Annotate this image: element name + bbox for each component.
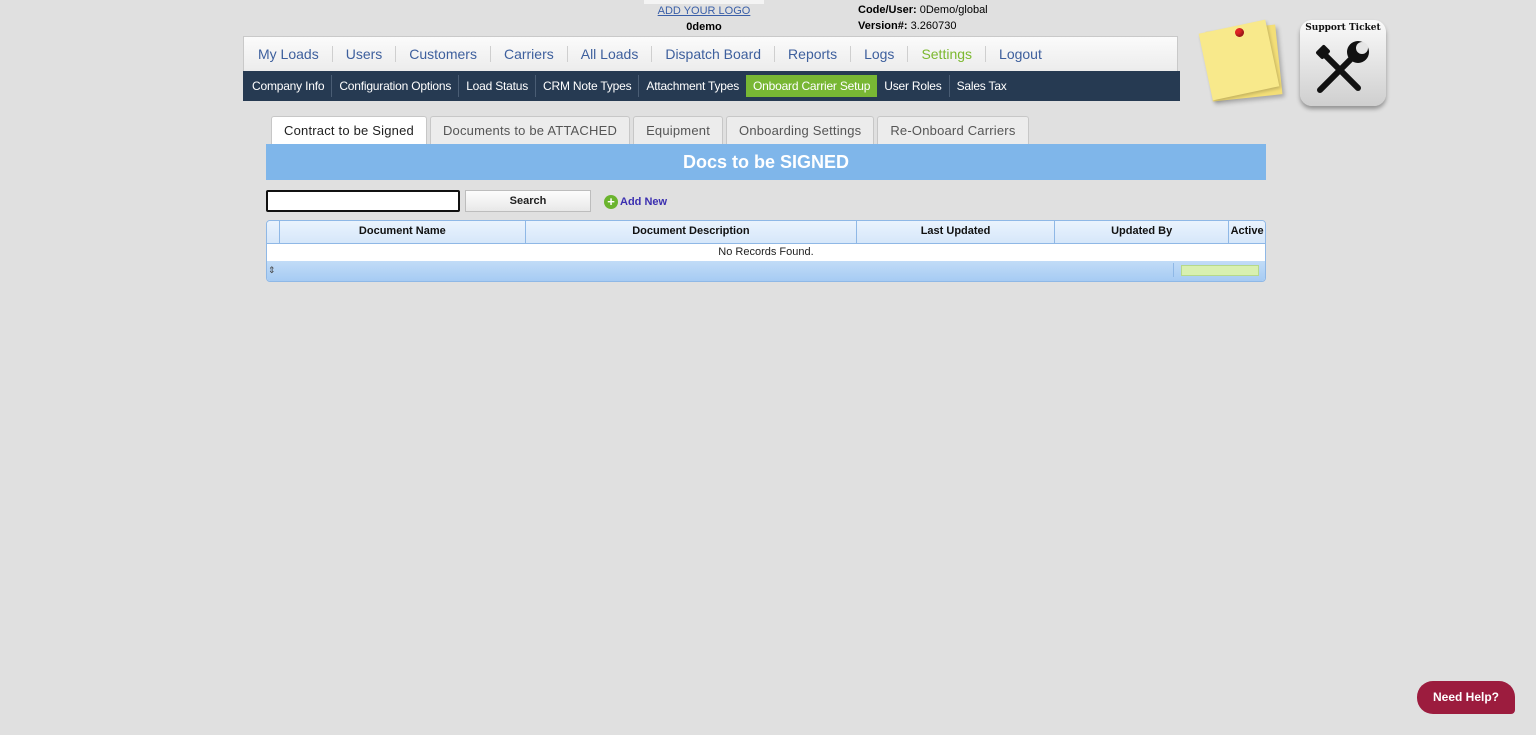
pushpin-icon [1235, 28, 1244, 37]
settings-subnav: Company Info Configuration Options Load … [243, 71, 1180, 101]
logo-area: ADD YOUR LOGO 0demo [644, 0, 764, 36]
add-new-button[interactable]: + Add New [604, 195, 667, 209]
nav-all-loads[interactable]: All Loads [566, 46, 652, 62]
nav-dispatch-board[interactable]: Dispatch Board [651, 46, 774, 62]
sort-arrows-icon[interactable]: ⇕ [268, 265, 276, 276]
column-active[interactable]: Active [1229, 221, 1265, 243]
nav-users[interactable]: Users [331, 46, 396, 62]
nav-logs[interactable]: Logs [850, 46, 907, 62]
empty-message: No Records Found. [267, 244, 1265, 262]
add-new-label: Add New [620, 196, 668, 208]
nav-logout[interactable]: Logout [985, 46, 1055, 62]
nav-carriers[interactable]: Carriers [489, 46, 567, 62]
grid-pager: ⇕ [267, 261, 1265, 281]
panel-title: Docs to be SIGNED [266, 144, 1266, 180]
account-info: Code/User: 0Demo/global Version#: 3.2607… [858, 2, 988, 34]
search-button[interactable]: Search [465, 190, 591, 212]
main-nav: My Loads Users Customers Carriers All Lo… [243, 36, 1178, 71]
documents-grid: Document Name Document Description Last … [266, 220, 1266, 282]
nav-my-loads[interactable]: My Loads [250, 46, 332, 62]
tab-contract-to-be-signed[interactable]: Contract to be Signed [271, 116, 427, 146]
nav-reports[interactable]: Reports [774, 46, 850, 62]
tab-documents-to-be-attached[interactable]: Documents to be ATTACHED [429, 116, 631, 145]
company-code: 0demo [686, 21, 722, 33]
add-logo-link[interactable]: ADD YOUR LOGO [644, 5, 764, 17]
tab-equipment[interactable]: Equipment [633, 116, 724, 145]
tab-onboarding-settings[interactable]: Onboarding Settings [726, 116, 875, 145]
subnav-load-status[interactable]: Load Status [458, 75, 535, 97]
onboarding-tabs: Contract to be Signed Documents to be AT… [271, 116, 1032, 146]
need-help-button[interactable]: Need Help? [1417, 681, 1515, 714]
subnav-attachment-types[interactable]: Attachment Types [638, 75, 746, 97]
wrench-icon [1316, 41, 1369, 93]
column-last-updated[interactable]: Last Updated [857, 221, 1056, 243]
column-document-description[interactable]: Document Description [526, 221, 858, 243]
code-user-value: 0Demo/global [919, 4, 988, 16]
row-select-header [267, 221, 280, 243]
subnav-company-info[interactable]: Company Info [245, 75, 331, 97]
support-ticket-label: Support Ticket [1305, 23, 1381, 33]
version-value: 3.260730 [910, 20, 957, 32]
nav-customers[interactable]: Customers [395, 46, 490, 62]
column-updated-by[interactable]: Updated By [1055, 221, 1230, 243]
subnav-crm-note-types[interactable]: CRM Note Types [535, 75, 638, 97]
sticky-note-icon[interactable] [1198, 19, 1283, 104]
column-document-name[interactable]: Document Name [280, 221, 526, 243]
subnav-configuration-options[interactable]: Configuration Options [331, 75, 458, 97]
add-icon: + [604, 195, 618, 209]
pager-divider [1173, 263, 1174, 277]
search-input[interactable] [266, 190, 460, 212]
version-label: Version#: [858, 20, 908, 32]
grid-header: Document Name Document Description Last … [267, 221, 1265, 244]
code-user-label: Code/User: [858, 4, 917, 16]
tab-re-onboard-carriers[interactable]: Re-Onboard Carriers [877, 116, 1029, 145]
support-ticket-button[interactable]: Support Ticket [1300, 20, 1386, 106]
subnav-user-roles[interactable]: User Roles [877, 75, 948, 97]
subnav-sales-tax[interactable]: Sales Tax [948, 75, 1014, 97]
subnav-onboard-carrier-setup[interactable]: Onboard Carrier Setup [746, 75, 878, 97]
logo-placeholder [644, 0, 764, 4]
nav-settings[interactable]: Settings [907, 46, 985, 62]
pager-progress-bar [1181, 265, 1259, 276]
